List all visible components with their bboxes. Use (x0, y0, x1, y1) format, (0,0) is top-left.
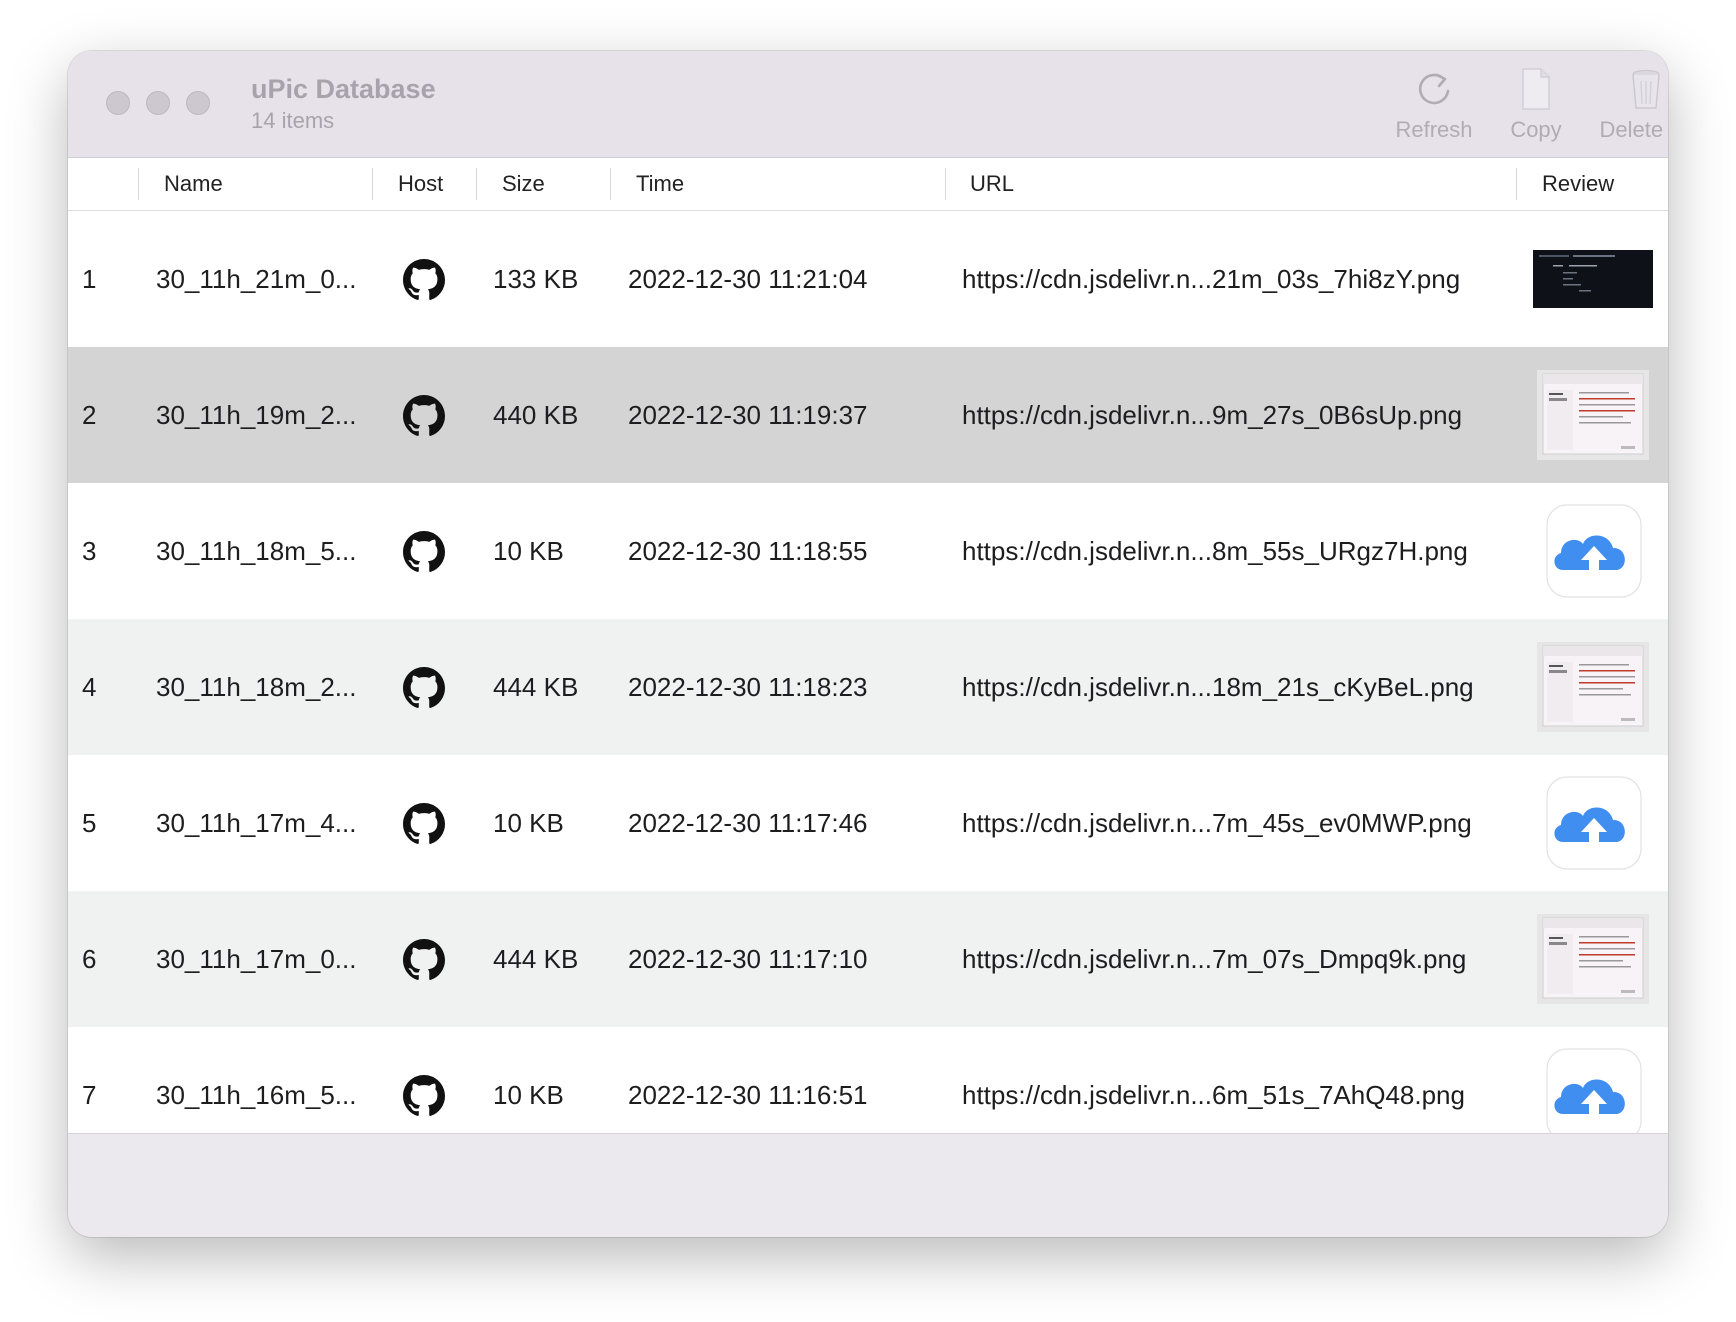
copy-button[interactable]: Copy (1476, 65, 1596, 155)
column-separator[interactable] (945, 168, 946, 200)
titlebar: uPic Database 14 items Refresh Copy Dele… (68, 51, 1668, 158)
row-size: 440 KB (493, 400, 579, 430)
close-window-button[interactable] (106, 91, 130, 115)
column-header-host[interactable]: Host (398, 158, 443, 210)
row-index: 5 (82, 808, 97, 838)
upic-app-icon-thumbnail[interactable] (1533, 776, 1653, 870)
row-url: https://cdn.jsdelivr.n...7m_07s_Dmpq9k.p… (962, 944, 1467, 974)
row-name: 30_11h_16m_5... (156, 1080, 357, 1110)
github-icon (403, 1075, 445, 1116)
row-index: 3 (82, 536, 97, 566)
row-url: https://cdn.jsdelivr.n...7m_45s_ev0MWP.p… (962, 808, 1472, 838)
github-icon (403, 803, 445, 844)
history-table: Name Host Size Time URL Review 1 30_11h_… (68, 158, 1668, 1133)
table-row[interactable]: 6 30_11h_17m_0... 444 KB 2022-12-30 11:1… (68, 891, 1668, 1027)
item-count: 14 items (251, 108, 335, 133)
column-header-size[interactable]: Size (502, 158, 545, 210)
row-name: 30_11h_17m_0... (156, 944, 357, 974)
column-separator[interactable] (1516, 168, 1517, 200)
row-index: 4 (82, 672, 97, 702)
row-time: 2022-12-30 11:18:23 (628, 672, 868, 702)
minimize-window-button[interactable] (146, 91, 170, 115)
table-row[interactable]: 7 30_11h_16m_5... 10 KB 2022-12-30 11:16… (68, 1027, 1668, 1133)
database-window: uPic Database 14 items Refresh Copy Dele… (68, 51, 1668, 1237)
light-screenshot-thumbnail[interactable] (1533, 640, 1653, 734)
row-index: 2 (82, 400, 97, 430)
table-row[interactable]: 1 30_11h_21m_0... 133 KB 2022-12-30 11:2… (68, 211, 1668, 347)
row-size: 10 KB (493, 536, 564, 566)
row-name: 30_11h_21m_0... (156, 264, 357, 294)
table-row[interactable]: 3 30_11h_18m_5... 10 KB 2022-12-30 11:18… (68, 483, 1668, 619)
github-icon (403, 259, 445, 300)
row-size: 10 KB (493, 1080, 564, 1110)
row-url: https://cdn.jsdelivr.n...8m_55s_URgz7H.p… (962, 536, 1468, 566)
light-screenshot-thumbnail[interactable] (1533, 912, 1653, 1006)
row-time: 2022-12-30 11:19:37 (628, 400, 868, 430)
light-screenshot-thumbnail[interactable] (1533, 368, 1653, 462)
column-header-name[interactable]: Name (164, 158, 223, 210)
row-time: 2022-12-30 11:17:46 (628, 808, 868, 838)
upic-app-icon-thumbnail[interactable] (1533, 504, 1653, 598)
window-title: uPic Database (251, 74, 436, 104)
document-copy-icon (1522, 68, 1550, 110)
column-separator[interactable] (372, 168, 373, 200)
row-time: 2022-12-30 11:18:55 (628, 536, 868, 566)
row-time: 2022-12-30 11:16:51 (628, 1080, 868, 1110)
row-name: 30_11h_18m_2... (156, 672, 357, 702)
row-index: 1 (82, 264, 97, 294)
delete-all-button[interactable]: Delete All (1586, 65, 1668, 155)
row-name: 30_11h_17m_4... (156, 808, 357, 838)
upic-app-icon-thumbnail[interactable] (1533, 1048, 1653, 1133)
row-size: 10 KB (493, 808, 564, 838)
row-size: 133 KB (493, 264, 579, 294)
zoom-window-button[interactable] (186, 91, 210, 115)
github-icon (403, 939, 445, 980)
row-name: 30_11h_18m_5... (156, 536, 357, 566)
row-url: https://cdn.jsdelivr.n...6m_51s_7AhQ48.p… (962, 1080, 1465, 1110)
github-icon (403, 395, 445, 436)
row-size: 444 KB (493, 672, 579, 702)
github-icon (403, 667, 445, 708)
table-row[interactable]: 2 30_11h_19m_2... 440 KB 2022-12-30 11:1… (68, 347, 1668, 483)
row-name: 30_11h_19m_2... (156, 400, 357, 430)
copy-label: Copy (1510, 117, 1562, 142)
row-url: https://cdn.jsdelivr.n...18m_21s_cKyBeL.… (962, 672, 1474, 702)
column-separator[interactable] (610, 168, 611, 200)
table-row[interactable]: 4 30_11h_18m_2... 444 KB 2022-12-30 11:1… (68, 619, 1668, 755)
trash-icon (1632, 69, 1660, 109)
row-url: https://cdn.jsdelivr.n...9m_27s_0B6sUp.p… (962, 400, 1463, 430)
dark-screenshot-thumbnail[interactable] (1533, 232, 1653, 326)
column-header-review[interactable]: Review (1542, 158, 1614, 210)
row-time: 2022-12-30 11:21:04 (628, 264, 868, 294)
row-index: 7 (82, 1080, 97, 1110)
table-row[interactable]: 5 30_11h_17m_4... 10 KB 2022-12-30 11:17… (68, 755, 1668, 891)
window-footer (68, 1133, 1668, 1237)
column-header-time[interactable]: Time (636, 158, 684, 210)
refresh-icon (1418, 73, 1450, 105)
column-header-url[interactable]: URL (970, 158, 1014, 210)
delete-all-label: Delete All (1599, 117, 1668, 142)
row-url: https://cdn.jsdelivr.n...21m_03s_7hi8zY.… (962, 264, 1461, 294)
row-time: 2022-12-30 11:17:10 (628, 944, 868, 974)
table-header: Name Host Size Time URL Review (68, 158, 1668, 211)
github-icon (403, 531, 445, 572)
row-index: 6 (82, 944, 97, 974)
column-separator[interactable] (476, 168, 477, 200)
row-size: 444 KB (493, 944, 579, 974)
column-separator[interactable] (138, 168, 139, 200)
